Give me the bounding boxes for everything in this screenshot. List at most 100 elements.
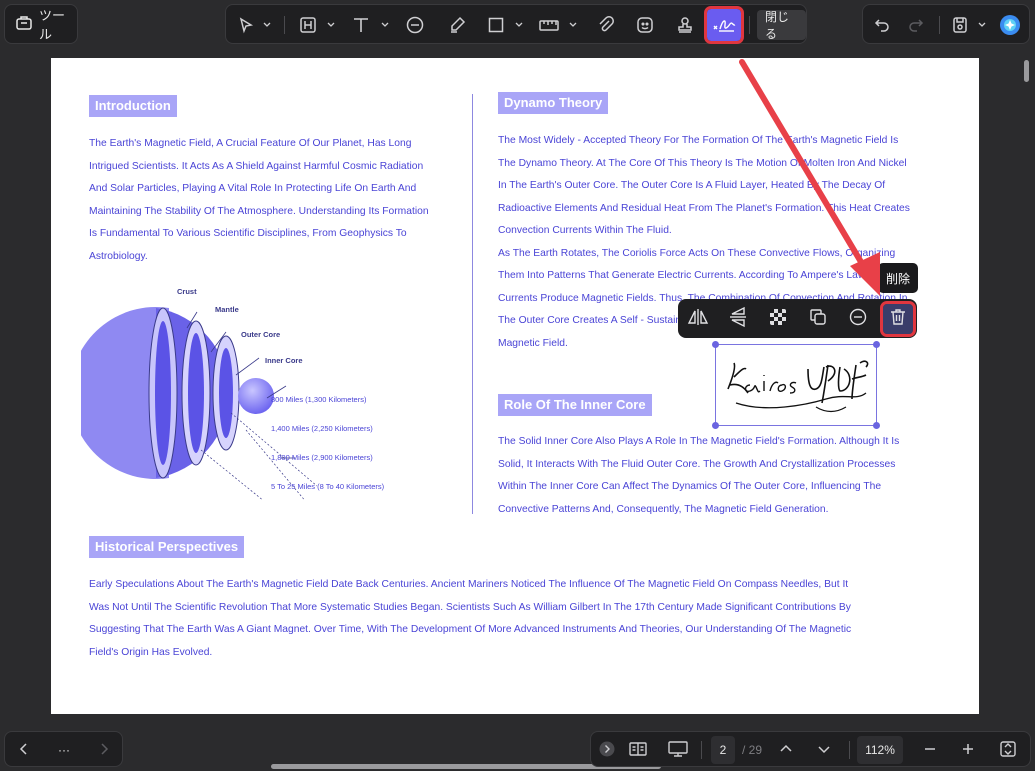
document-actions (862, 4, 1030, 44)
zoom-level-input[interactable]: 112% (857, 736, 903, 764)
text-line: Them Into Patterns That Generate Electri… (498, 270, 899, 281)
page-layout-button[interactable] (625, 736, 651, 764)
ai-assistant-icon (999, 14, 1021, 36)
attachment-tool-button[interactable] (592, 9, 618, 41)
text-line: Intrigued Scientists. It Acts As A Shiel… (89, 160, 424, 172)
chevron-up-icon (779, 743, 793, 758)
add-comment-button[interactable] (843, 304, 873, 334)
opacity-button[interactable] (763, 304, 793, 334)
diagram-label: Inner Core (265, 356, 303, 365)
inner-core-paragraph: The Solid Inner Core Also Plays A Role I… (498, 431, 938, 521)
text-line: Maintaining The Stability Of The Atmosph… (89, 205, 429, 217)
inner-core-heading: Role Of The Inner Core (498, 394, 652, 416)
fit-page-icon (999, 740, 1017, 761)
shape-tool-button[interactable] (484, 9, 508, 41)
introduction-heading: Introduction (89, 95, 177, 117)
measure-tool-button[interactable] (536, 9, 562, 41)
flip-horizontal-button[interactable] (683, 304, 713, 334)
delete-button[interactable] (880, 301, 916, 337)
resize-handle[interactable] (712, 422, 719, 429)
diagram-measurement: 1,800 Miles (2,900 Kilometers) (271, 453, 373, 462)
document-page: Introduction The Earth's Magnetic Field,… (51, 58, 979, 714)
redo-button[interactable] (903, 9, 929, 41)
stamp-icon (675, 15, 695, 35)
redo-icon (907, 16, 925, 34)
minus-icon (923, 742, 937, 759)
textbox-icon (299, 16, 317, 34)
rectangle-icon (487, 16, 505, 34)
resize-handle[interactable] (873, 422, 880, 429)
chevron-down-icon[interactable] (262, 18, 272, 30)
close-button[interactable]: 閉じる (757, 10, 806, 41)
diagram-label: Outer Core (241, 330, 281, 339)
ai-assistant-button[interactable] (997, 9, 1023, 41)
chevron-down-icon (817, 743, 831, 758)
chevron-down-icon[interactable] (568, 18, 578, 30)
text-line: And Solar Particles, Playing A Vital Rol… (89, 183, 417, 194)
next-page-button[interactable] (811, 736, 837, 764)
chevron-down-icon[interactable] (977, 18, 987, 30)
page-number-input[interactable]: 2 (711, 736, 735, 764)
page-total: / 29 (741, 743, 762, 757)
chevron-right-circle-icon (599, 741, 615, 760)
text-line: Early Speculations About The Earth's Mag… (89, 579, 849, 590)
resize-handle[interactable] (712, 341, 719, 348)
zoom-in-button[interactable] (955, 736, 981, 764)
plus-icon (961, 742, 975, 759)
vertical-scrollbar[interactable] (1024, 60, 1029, 82)
next-button[interactable] (91, 736, 117, 764)
chevron-down-icon[interactable] (326, 18, 336, 30)
cursor-icon (237, 16, 255, 34)
signature-tool-button[interactable] (704, 6, 744, 44)
earth-layers-diagram: Crust Mantle Outer Core Inner Core 800 M… (81, 280, 411, 500)
signature-annotation[interactable] (712, 341, 880, 429)
fit-page-button[interactable] (995, 736, 1021, 764)
toolbox-icon (15, 14, 33, 35)
text-icon (351, 16, 371, 34)
previous-button[interactable] (11, 736, 37, 764)
text-line: Solid, It Interacts With The Fluid Outer… (498, 458, 896, 470)
diagram-measurement: 5 To 25 Miles (8 To 40 Kilometers) (271, 482, 385, 491)
annotation-context-toolbar (678, 299, 917, 338)
resize-handle[interactable] (873, 341, 880, 348)
text-line: Was Not Until The Scientific Revolution … (89, 601, 851, 613)
book-icon (628, 740, 648, 761)
text-line: In The Earth's Outer Core. The Outer Cor… (498, 180, 886, 191)
text-line: The Dynamo Theory. At The Core Of This T… (498, 157, 907, 169)
previous-page-button[interactable] (773, 736, 799, 764)
undo-button[interactable] (869, 9, 895, 41)
signature-image (727, 360, 869, 413)
highlighter-tool-button[interactable] (444, 9, 470, 41)
more-button[interactable]: ··· (51, 736, 77, 764)
copy-icon (808, 307, 828, 332)
sticker-tool-button[interactable] (632, 9, 658, 41)
tools-menu-button[interactable]: ツール (4, 4, 78, 44)
text-line: Within The Inner Core Can Affect The Dyn… (498, 481, 882, 492)
chevron-right-icon (98, 742, 110, 759)
zoom-out-button[interactable] (917, 736, 943, 764)
text-line: Is Fundamental To Various Scientific Dis… (89, 228, 407, 239)
stamp-tool-button[interactable] (672, 9, 698, 41)
select-tool-button[interactable] (234, 9, 258, 41)
text-tool-button[interactable] (348, 9, 374, 41)
dynamo-theory-heading: Dynamo Theory (498, 92, 609, 114)
text-line: Astrobiology. (89, 250, 148, 262)
text-line: The Earth's Magnetic Field, A Crucial Fe… (89, 138, 412, 149)
collapse-button[interactable] (597, 736, 617, 764)
comment-tool-button[interactable] (402, 9, 428, 41)
chevron-down-icon[interactable] (380, 18, 390, 30)
copy-button[interactable] (803, 304, 833, 334)
presentation-button[interactable] (665, 736, 691, 764)
diagram-measurement: 1,400 Miles (2,250 Kilometers) (271, 424, 373, 433)
comment-icon (848, 307, 868, 332)
text-line: Convection Currents Within The Fluid. (498, 225, 672, 236)
save-icon (951, 16, 969, 34)
save-button[interactable] (947, 9, 973, 41)
text-line: Field's Origin Has Evolved. (89, 646, 213, 658)
tools-menu-label: ツール (39, 8, 66, 42)
textbox-tool-button[interactable] (296, 9, 320, 41)
chevron-down-icon[interactable] (514, 18, 524, 30)
introduction-paragraph: The Earth's Magnetic Field, A Crucial Fe… (89, 133, 449, 268)
flip-vertical-button[interactable] (723, 304, 753, 334)
chevron-left-icon (18, 742, 30, 759)
